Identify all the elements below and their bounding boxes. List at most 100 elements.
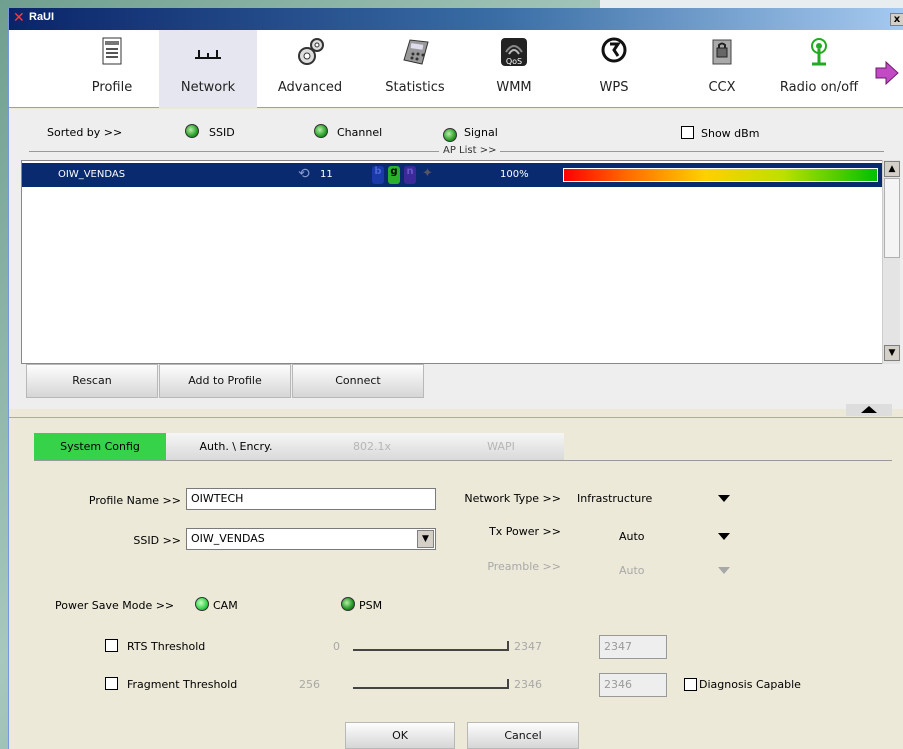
scroll-up-button[interactable]: ▲ <box>884 161 900 177</box>
ccx-icon <box>712 39 732 65</box>
scroll-thumb[interactable] <box>884 178 900 258</box>
tab-8021x[interactable]: 802.1x <box>306 433 438 461</box>
add-to-profile-button[interactable]: Add to Profile <box>159 364 291 398</box>
psm-label: PSM <box>359 599 383 612</box>
close-button[interactable]: x <box>890 13 903 26</box>
toolbar-statistics[interactable]: Statistics <box>369 30 461 108</box>
ap-channel: 11 <box>320 169 333 180</box>
tab-wapi[interactable]: WAPI <box>438 433 564 461</box>
toolbar-ccx-label: CCX <box>708 80 736 95</box>
show-dbm-label: Show dBm <box>701 127 760 140</box>
svg-text:QoS: QoS <box>506 57 522 66</box>
mode-b-icon: b <box>372 166 384 184</box>
ssid-dropdown-button[interactable]: ▼ <box>417 530 434 548</box>
app-logo-icon: ✕ <box>13 10 25 26</box>
rts-slider-track[interactable] <box>353 649 503 651</box>
network-type-dropdown-icon[interactable] <box>718 495 730 502</box>
connect-button[interactable]: Connect <box>292 364 424 398</box>
cam-label: CAM <box>213 599 238 612</box>
rts-value-field: 2347 <box>599 635 667 659</box>
tx-power-value[interactable]: Auto <box>619 530 645 543</box>
toolbar-ccx[interactable]: CCX <box>691 30 753 108</box>
psm-radio[interactable] <box>341 597 355 611</box>
title-bar[interactable]: ✕ RaUI x <box>9 8 903 30</box>
mode-g-icon: g <box>388 166 400 184</box>
aplist-label: AP List >> <box>439 145 501 156</box>
tab-system-config[interactable]: System Config <box>34 433 166 461</box>
sort-signal-radio[interactable] <box>443 128 457 142</box>
sort-channel-radio[interactable] <box>314 124 328 138</box>
ap-signal-percent: 100% <box>500 169 529 180</box>
frag-slider-track[interactable] <box>353 687 503 689</box>
toolbar-advanced-label: Advanced <box>277 80 343 95</box>
network-icon <box>195 50 221 59</box>
toolbar-profile[interactable]: Profile <box>71 30 153 108</box>
network-type-value[interactable]: Infrastructure <box>577 492 652 505</box>
frag-slider-thumb[interactable] <box>503 679 509 689</box>
rts-min-label: 0 <box>333 640 340 653</box>
network-type-label: Network Type >> <box>464 492 561 505</box>
diagnosis-capable-checkbox[interactable] <box>684 678 697 691</box>
profile-icon <box>102 37 122 65</box>
toolbar-profile-label: Profile <box>91 80 133 95</box>
frag-value-field: 2346 <box>599 673 667 697</box>
cam-radio[interactable] <box>195 597 209 611</box>
sort-channel-label: Channel <box>337 126 383 139</box>
sort-ssid-label: SSID <box>209 126 235 139</box>
toolbar-network-label: Network <box>180 80 236 95</box>
sort-row: Sorted by >> SSID Channel Signal Show dB… <box>9 123 903 143</box>
next-arrow-icon[interactable] <box>874 60 900 86</box>
tab-underline <box>34 460 892 461</box>
rts-max-label: 2347 <box>514 640 542 653</box>
sort-ssid-radio[interactable] <box>185 124 199 138</box>
profile-name-input[interactable]: OIWTECH <box>186 488 436 510</box>
profile-name-label: Profile Name >> <box>88 494 181 507</box>
rts-slider-thumb[interactable] <box>503 641 509 651</box>
tab-auth-encry[interactable]: Auth. \ Encry. <box>166 433 306 461</box>
aplist-scrollbar[interactable]: ▲ ▼ <box>882 160 900 364</box>
ok-button[interactable]: OK <box>345 722 455 749</box>
toolbar-network[interactable]: Network <box>159 30 257 108</box>
ap-ssid: OIW_VENDAS <box>58 169 126 180</box>
ap-row[interactable]: OIW_VENDAS ⟲ 11 b g n ✦ 100% <box>22 163 888 187</box>
section-divider <box>9 417 903 418</box>
ap-infra-icon: ⟲ <box>298 166 310 182</box>
ap-list[interactable]: OIW_VENDAS ⟲ 11 b g n ✦ 100% <box>21 160 888 364</box>
show-dbm-checkbox[interactable] <box>681 126 694 139</box>
scroll-down-button[interactable]: ▼ <box>884 345 900 361</box>
radio-icon <box>811 38 827 66</box>
toolbar-statistics-label: Statistics <box>385 80 445 95</box>
collapse-button[interactable] <box>846 404 892 416</box>
window-title: RaUI <box>29 11 55 23</box>
frag-max-label: 2346 <box>514 678 542 691</box>
preamble-label: Preamble >> <box>487 560 561 573</box>
ssid-label: SSID >> <box>133 534 181 547</box>
sorted-by-label: Sorted by >> <box>47 126 123 139</box>
rescan-button[interactable]: Rescan <box>26 364 158 398</box>
preamble-dropdown-icon <box>718 567 730 574</box>
ssid-combobox[interactable]: OIW_VENDAS ▼ <box>186 528 436 550</box>
advanced-icon <box>298 38 324 65</box>
wps-icon <box>601 37 627 63</box>
toolbar-wps[interactable]: WPS <box>579 30 649 108</box>
fragment-threshold-label: Fragment Threshold <box>127 678 238 691</box>
diagnosis-capable-label: Diagnosis Capable <box>699 678 801 691</box>
power-save-label: Power Save Mode >> <box>55 599 175 612</box>
toolbar-wps-label: WPS <box>599 80 629 95</box>
toolbar-wmm[interactable]: QoS WMM <box>479 30 549 108</box>
ssid-combobox-value: OIW_VENDAS <box>191 532 265 545</box>
preamble-value: Auto <box>619 564 645 577</box>
tx-power-label: Tx Power >> <box>489 525 561 538</box>
toolbar-radio-label: Radio on/off <box>779 80 859 95</box>
cancel-button[interactable]: Cancel <box>467 722 579 749</box>
mode-n-icon: n <box>404 166 416 184</box>
toolbar-radio[interactable]: Radio on/off <box>764 30 874 108</box>
main-toolbar: Profile Network Advanced Statistics QoS … <box>9 30 903 108</box>
rts-threshold-checkbox[interactable] <box>105 639 118 652</box>
sort-signal-label: Signal <box>464 126 498 139</box>
desktop-strip <box>600 0 903 8</box>
fragment-threshold-checkbox[interactable] <box>105 677 118 690</box>
tx-power-dropdown-icon[interactable] <box>718 533 730 540</box>
frag-min-label: 256 <box>299 678 320 691</box>
toolbar-advanced[interactable]: Advanced <box>267 30 353 108</box>
